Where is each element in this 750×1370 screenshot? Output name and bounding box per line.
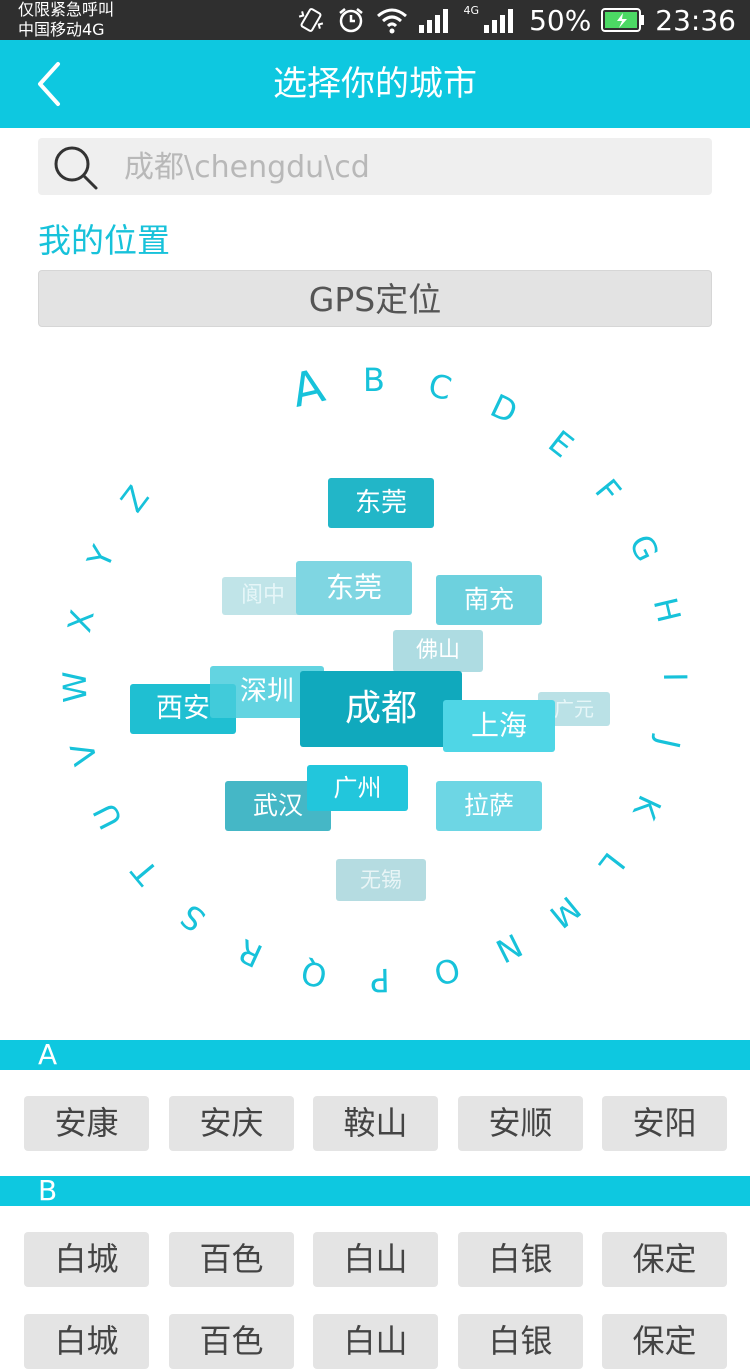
letter-index-b[interactable]: B: [354, 360, 394, 400]
letter-index-v[interactable]: V: [60, 729, 109, 778]
hot-city-tag[interactable]: 成都: [300, 671, 462, 747]
section-header-a: A: [0, 1040, 750, 1070]
city-button[interactable]: 白城: [24, 1314, 149, 1369]
letter-index-q[interactable]: Q: [290, 950, 337, 997]
letter-index-z[interactable]: Z: [107, 471, 163, 527]
letter-index-u[interactable]: U: [81, 789, 135, 843]
letter-index-o[interactable]: O: [422, 947, 470, 995]
city-button[interactable]: 百色: [169, 1232, 294, 1287]
gps-locate-button[interactable]: GPS定位: [38, 270, 712, 327]
letter-index-m[interactable]: M: [537, 884, 593, 940]
hot-city-tag[interactable]: 无锡: [336, 859, 426, 901]
search-box[interactable]: [38, 138, 712, 195]
letter-index-w[interactable]: W: [55, 667, 96, 708]
city-button[interactable]: 安阳: [602, 1096, 727, 1151]
city-button[interactable]: 安顺: [458, 1096, 583, 1151]
hot-city-tag[interactable]: 南充: [436, 575, 542, 625]
city-button[interactable]: 白银: [458, 1314, 583, 1369]
my-location-label: 我的位置: [38, 221, 170, 260]
clock: 23:36: [655, 3, 736, 37]
letter-index-c[interactable]: C: [417, 363, 465, 411]
city-button[interactable]: 白山: [313, 1232, 438, 1287]
alarm-icon: [336, 5, 366, 35]
letter-index-g[interactable]: G: [617, 521, 671, 575]
letter-index-r[interactable]: R: [224, 926, 277, 979]
letter-index-k[interactable]: K: [620, 780, 673, 833]
city-button[interactable]: 安庆: [169, 1096, 294, 1151]
letter-index-f[interactable]: F: [580, 463, 636, 519]
search-icon: [52, 144, 100, 196]
letter-index-a[interactable]: A: [284, 358, 332, 418]
carrier-text: 仅限紧急呼叫: [18, 0, 115, 19]
wifi-icon: [376, 6, 408, 34]
city-button[interactable]: 白城: [24, 1232, 149, 1287]
section-letter: A: [38, 1038, 58, 1071]
city-button[interactable]: 保定: [602, 1232, 727, 1287]
hot-city-tag[interactable]: 广州: [307, 765, 408, 811]
letter-index-h[interactable]: H: [643, 586, 691, 634]
search-input[interactable]: [122, 144, 696, 191]
letter-index-n[interactable]: N: [482, 921, 536, 975]
city-button[interactable]: 百色: [169, 1314, 294, 1369]
letter-index-y[interactable]: Y: [75, 531, 128, 584]
letter-wheel: A B C D E F G H I J K L M N O P Q R S T U V W X Y Z 东莞 阆中 东莞 南充 佛山 西安 深圳…: [0, 340, 750, 1040]
hot-city-tag[interactable]: 东莞: [328, 478, 434, 528]
status-bar: 仅限紧急呼叫 中国移动4G 4G 50% 23:36: [0, 0, 750, 40]
letter-index-t[interactable]: T: [116, 844, 172, 900]
letter-index-s[interactable]: S: [165, 890, 221, 946]
signal-icon: [483, 7, 519, 33]
city-row: 白城 百色 白山 白银 保定: [24, 1232, 728, 1288]
app-bar: 选择你的城市: [0, 40, 750, 128]
section-letter: B: [38, 1174, 58, 1207]
letter-index-j[interactable]: J: [644, 720, 692, 768]
hot-city-tag[interactable]: 上海: [443, 700, 555, 752]
page-title: 选择你的城市: [273, 64, 477, 104]
letter-index-i[interactable]: I: [655, 657, 695, 697]
city-button[interactable]: 安康: [24, 1096, 149, 1151]
letter-index-x[interactable]: X: [57, 597, 104, 644]
section-header-b: B: [0, 1176, 750, 1206]
city-button[interactable]: 白山: [313, 1314, 438, 1369]
network-type: 4G: [463, 3, 480, 17]
carrier-text: 中国移动4G: [18, 20, 105, 39]
status-icons: 4G 50% 23:36: [296, 0, 736, 40]
city-button[interactable]: 鞍山: [313, 1096, 438, 1151]
hot-city-tag[interactable]: 佛山: [393, 630, 483, 672]
city-row: 安康 安庆 鞍山 安顺 安阳: [24, 1096, 728, 1152]
letter-index-p[interactable]: P: [360, 960, 401, 1001]
letter-index-e[interactable]: E: [532, 416, 588, 472]
vibrate-icon: [296, 5, 326, 35]
hot-city-tag[interactable]: 拉萨: [436, 781, 542, 831]
battery-charging-icon: [601, 7, 645, 33]
letter-index-d[interactable]: D: [477, 382, 530, 435]
city-button[interactable]: 白银: [458, 1232, 583, 1287]
hot-city-tag[interactable]: 东莞: [296, 561, 412, 615]
battery-percent: 50%: [529, 3, 592, 37]
city-row: 白城 百色 白山 白银 保定: [24, 1314, 728, 1370]
signal-icon: [418, 7, 454, 33]
letter-index-l[interactable]: L: [584, 836, 640, 892]
city-button[interactable]: 保定: [602, 1314, 727, 1369]
hot-city-tag[interactable]: 阆中: [222, 577, 304, 615]
